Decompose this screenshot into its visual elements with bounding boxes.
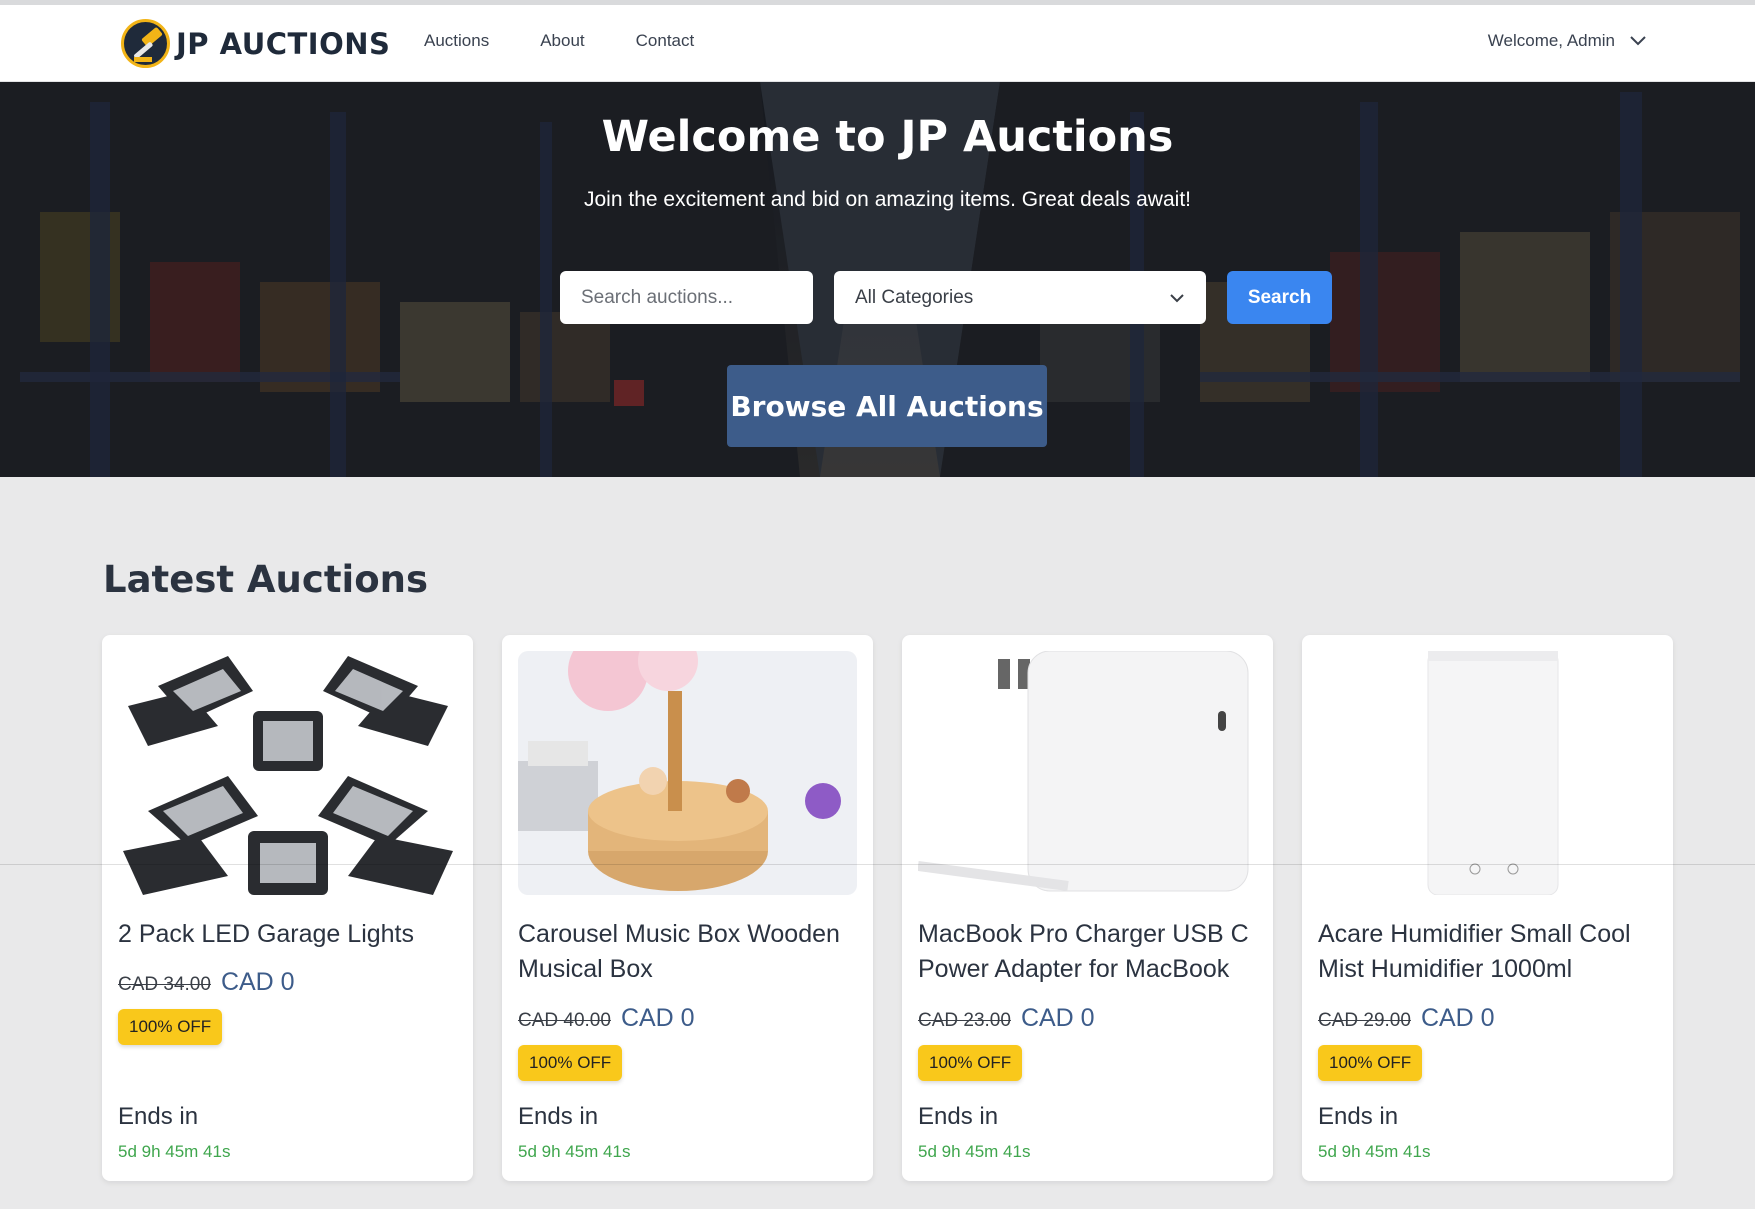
product-image: [518, 651, 857, 895]
chevron-down-icon: [1170, 293, 1184, 302]
main-nav: Auctions About Contact: [424, 31, 745, 51]
gavel-logo-icon: [121, 19, 170, 68]
product-image: [918, 651, 1257, 895]
ends-in-label: Ends in: [1318, 1103, 1399, 1130]
discount-badge: 100% OFF: [518, 1045, 623, 1081]
hero-subtitle: Join the excitement and bid on amazing i…: [584, 188, 1191, 211]
category-select[interactable]: All Categories: [834, 271, 1206, 324]
user-greeting: Welcome, Admin: [1487, 31, 1615, 50]
price-row: CAD 34.00 CAD 0: [118, 968, 295, 997]
screenshot-seam-line: [0, 864, 1755, 865]
auction-title: Carousel Music Box Wooden Musical Box: [518, 920, 840, 983]
search-input[interactable]: [560, 271, 813, 324]
countdown-timer: 5d 9h 45m 41s: [518, 1142, 631, 1161]
ends-in-label: Ends in: [518, 1103, 599, 1130]
category-selected-value: All Categories: [855, 286, 974, 308]
auction-card[interactable]: Acare Humidifier Small Cool Mist Humidif…: [1302, 635, 1673, 1181]
original-price: CAD 40.00: [518, 1010, 611, 1031]
music-box-image: [518, 651, 857, 895]
countdown-timer: 5d 9h 45m 41s: [918, 1142, 1031, 1161]
discount-badge: 100% OFF: [918, 1045, 1023, 1081]
humidifier-image: [1318, 651, 1657, 895]
original-price: CAD 23.00: [918, 1010, 1011, 1031]
user-menu[interactable]: Welcome, Admin: [1488, 31, 1647, 51]
browse-all-auctions-button[interactable]: Browse All Auctions: [727, 365, 1047, 447]
nav-about-link[interactable]: About: [540, 31, 584, 51]
current-price: CAD 0: [620, 1004, 695, 1032]
auction-title: 2 Pack LED Garage Lights: [118, 920, 414, 948]
hero-banner: Welcome to JP Auctions Join the exciteme…: [0, 82, 1755, 477]
discount-badge: 100% OFF: [1318, 1045, 1423, 1081]
product-image: [118, 651, 457, 895]
navbar: JP AUCTIONS Auctions About Contact Welco…: [0, 5, 1755, 82]
ends-in-label: Ends in: [118, 1103, 199, 1130]
price-row: CAD 29.00 CAD 0: [1318, 1004, 1495, 1033]
auction-card[interactable]: Carousel Music Box Wooden Musical Box CA…: [502, 635, 873, 1181]
auction-title: MacBook Pro Charger USB C Power Adapter …: [918, 920, 1249, 983]
auction-title: Acare Humidifier Small Cool Mist Humidif…: [1318, 920, 1631, 983]
nav-contact-link[interactable]: Contact: [636, 31, 695, 51]
current-price: CAD 0: [1420, 1004, 1495, 1032]
price-row: CAD 40.00 CAD 0: [518, 1004, 695, 1033]
ends-in-label: Ends in: [918, 1103, 999, 1130]
original-price: CAD 29.00: [1318, 1010, 1411, 1031]
latest-auctions-heading: Latest Auctions: [103, 558, 428, 601]
chevron-down-icon: [1630, 36, 1646, 46]
search-button[interactable]: Search: [1227, 271, 1332, 324]
current-price: CAD 0: [1020, 1004, 1095, 1032]
product-image: [1318, 651, 1657, 895]
discount-badge: 100% OFF: [118, 1009, 223, 1045]
price-row: CAD 23.00 CAD 0: [918, 1004, 1095, 1033]
auction-card[interactable]: 2 Pack LED Garage Lights CAD 34.00 CAD 0…: [102, 635, 473, 1181]
countdown-timer: 5d 9h 45m 41s: [118, 1142, 231, 1161]
led-garage-lights-image: [118, 651, 457, 895]
charger-image: [918, 651, 1257, 895]
auction-card[interactable]: MacBook Pro Charger USB C Power Adapter …: [902, 635, 1273, 1181]
countdown-timer: 5d 9h 45m 41s: [1318, 1142, 1431, 1161]
brand-name: JP AUCTIONS: [176, 26, 391, 61]
current-price: CAD 0: [220, 968, 295, 996]
nav-auctions-link[interactable]: Auctions: [424, 31, 489, 51]
hero-title: Welcome to JP Auctions: [601, 112, 1174, 162]
original-price: CAD 34.00: [118, 974, 211, 995]
brand-logo[interactable]: JP AUCTIONS: [121, 17, 390, 70]
